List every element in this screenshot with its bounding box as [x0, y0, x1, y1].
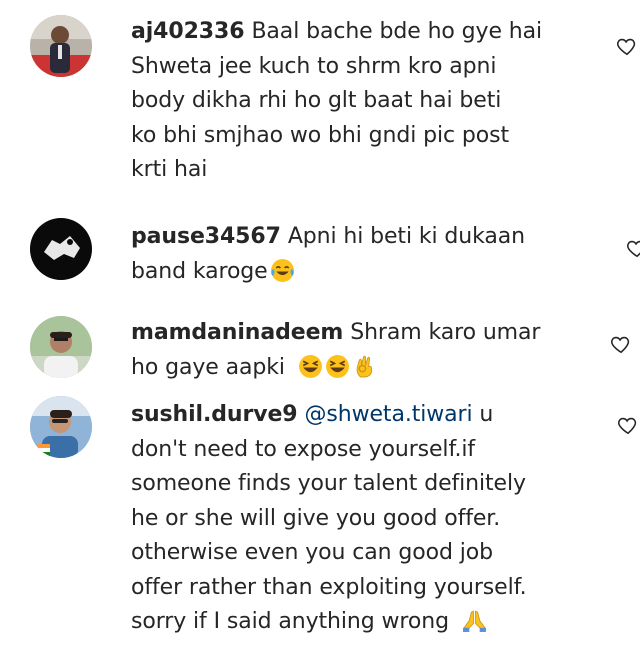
like-button[interactable] — [616, 35, 638, 57]
avatar[interactable] — [30, 15, 92, 77]
heart-outline-icon — [611, 336, 630, 354]
grinning-squinting-emoji — [325, 354, 350, 379]
avatar[interactable] — [30, 316, 92, 378]
heart-outline-icon — [617, 38, 636, 56]
comment-line: he or she will give you good offer. — [131, 505, 501, 531]
comment-line: body dikha rhi ho glt baat hai beti — [131, 88, 502, 113]
comment-line: ko bhi smjhao wo bhi gndi pic post — [131, 122, 510, 148]
comment-text: mamdaninadeem Shram karo umar ho gaye aap… — [131, 316, 601, 385]
folded-hands-emoji — [462, 608, 487, 633]
comment-line: someone finds your talent definitely — [131, 471, 526, 496]
tears-of-joy-emoji — [270, 258, 295, 283]
ok-hand-emoji — [352, 354, 377, 379]
comment-line: Shweta jee kuch to shrm kro apni — [131, 53, 497, 79]
user-avatar-icon — [30, 396, 92, 458]
comment-line: krti hai — [131, 157, 208, 182]
comment-text: pause34567 Apni hi beti ki dukaan band ka… — [131, 220, 601, 289]
comment-line: sorry if I said anything wrong — [131, 609, 449, 634]
like-button[interactable] — [626, 237, 640, 259]
like-button[interactable] — [617, 414, 639, 436]
comment-username[interactable]: aj402336 — [131, 19, 245, 44]
user-avatar-icon — [30, 218, 92, 280]
comment-line: u — [479, 402, 494, 427]
heart-outline-icon — [618, 417, 637, 435]
comment-text: aj402336 Baal bache bde ho gye hai Shweta… — [131, 15, 601, 188]
comment-username[interactable]: sushil.durve9 — [131, 402, 298, 427]
user-avatar-icon — [30, 316, 92, 378]
comment-line: Apni hi beti ki dukaan — [287, 224, 525, 249]
comment-line: don't need to expose yourself.if — [131, 436, 476, 462]
comment-line: offer rather than exploiting yourself. — [131, 574, 527, 600]
comment-line: ho gaye aapki — [131, 354, 285, 380]
avatar[interactable] — [30, 218, 92, 280]
avatar[interactable] — [30, 396, 92, 458]
user-avatar-icon — [30, 15, 92, 77]
comment-line: otherwise even you can good job — [131, 540, 493, 565]
comment-text: sushil.durve9 @shweta.tiwari u don't need… — [131, 398, 601, 640]
mention-link[interactable]: @shweta.tiwari — [304, 402, 472, 427]
comment-line: Shram karo umar — [350, 320, 541, 345]
comment-line: Baal bache bde ho gye hai — [251, 19, 543, 44]
like-button[interactable] — [610, 333, 632, 355]
heart-outline-icon — [627, 240, 640, 258]
comment-username[interactable]: pause34567 — [131, 224, 281, 249]
comment-line: band karoge — [131, 258, 268, 284]
comment-username[interactable]: mamdaninadeem — [131, 320, 343, 345]
grinning-squinting-emoji — [298, 354, 323, 379]
